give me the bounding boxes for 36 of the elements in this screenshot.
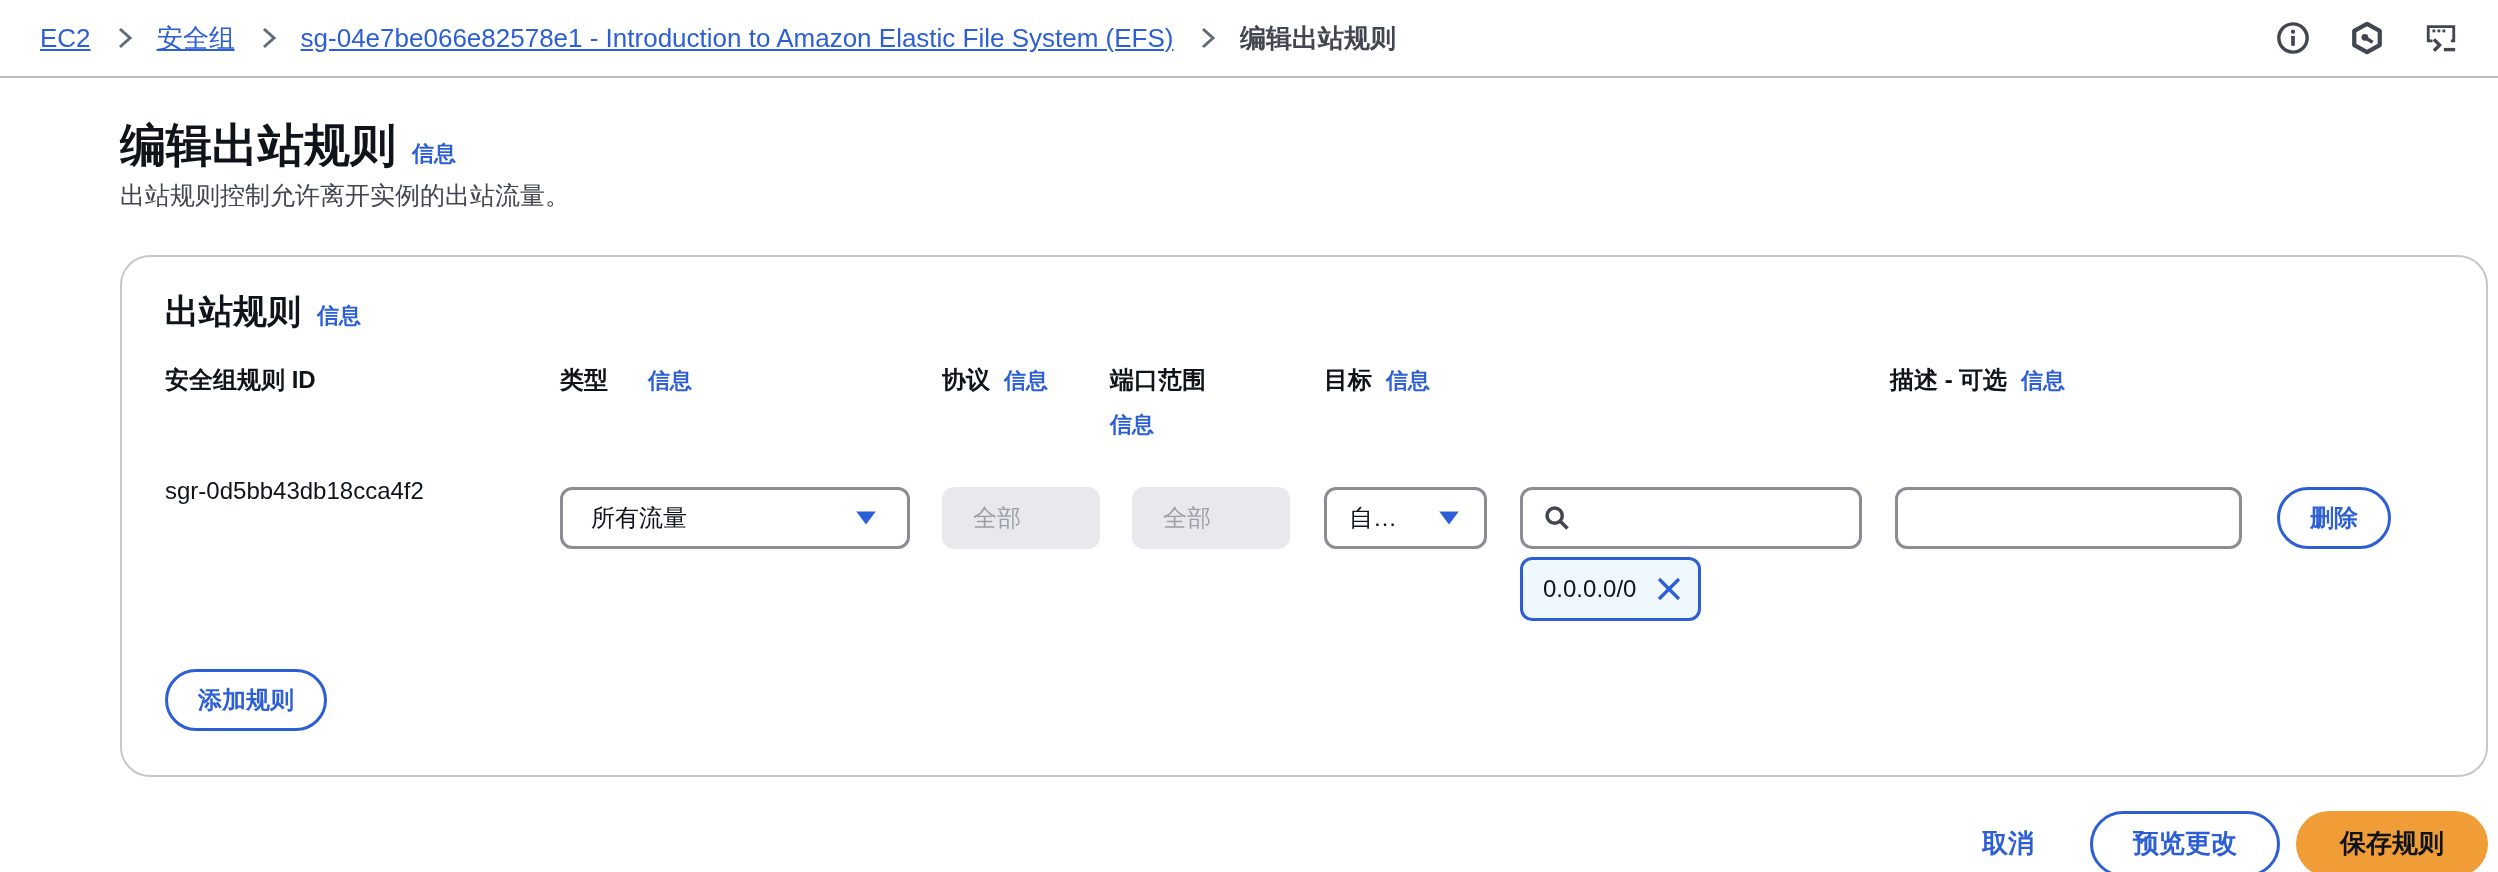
search-icon (1543, 503, 1571, 532)
info-link[interactable]: 信息 (1110, 407, 1154, 441)
add-rule-button[interactable]: 添加规则 (165, 668, 327, 731)
breadcrumb-link[interactable]: EC2 (40, 18, 91, 58)
port-range-field: 全部 (1132, 486, 1290, 549)
token-label: 0.0.0.0/0 (1543, 573, 1637, 604)
delete-button[interactable]: 删除 (2277, 486, 2391, 549)
info-link[interactable]: 信息 (648, 363, 692, 397)
info-link[interactable]: 信息 (1386, 363, 1430, 397)
cancel-button[interactable]: 取消 (1942, 824, 2074, 864)
column-header: 安全组规则 ID (165, 364, 316, 395)
info-link[interactable]: 信息 (1004, 363, 1048, 397)
column-header: 描述 - 可选 (1890, 364, 2008, 395)
column-header: 协议 (942, 364, 990, 395)
column-header: 类型 (560, 364, 608, 395)
info-link[interactable]: 信息 (2021, 363, 2066, 397)
info-link[interactable]: 信息 (412, 137, 456, 170)
column-header: 端口范围 (1110, 364, 1206, 395)
page-description: 出站规则控制允许离开实例的出站流量。 (120, 180, 571, 212)
info-link[interactable]: 信息 (317, 298, 361, 332)
destination-select[interactable]: 自… (1324, 486, 1487, 549)
page-title: 编辑出站规则 (120, 118, 396, 173)
description-field[interactable] (1895, 486, 2242, 549)
column-header: 目标 (1324, 364, 1372, 395)
hexagon-icon[interactable] (2350, 21, 2384, 55)
search-field[interactable] (1520, 486, 1862, 549)
rule-id: sgr-0d5bb43db18cca4f2 (165, 476, 424, 504)
save-button[interactable]: 保存规则 (2296, 810, 2488, 872)
panel-title: 出站规则 (165, 290, 301, 332)
preview-button[interactable]: 预览更改 (2090, 810, 2280, 872)
breadcrumb-current: 编辑出站规则 (1239, 21, 1396, 55)
type-select[interactable]: 所有流量 (560, 486, 910, 549)
breadcrumb-link[interactable]: 安全组 (156, 18, 235, 58)
breadcrumb-link[interactable]: sg-04e7be066e82578e1 - Introduction to Amazon Elastic File System (EFS) (300, 18, 1174, 58)
protocol-field: 全部 (942, 486, 1100, 549)
info-icon[interactable] (2276, 21, 2310, 55)
